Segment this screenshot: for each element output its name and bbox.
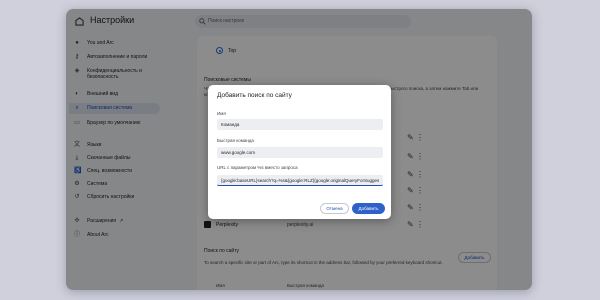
add-site-search-dialog: Добавить поиск по сайту Имя Быстрая кома…	[208, 85, 391, 219]
add-button[interactable]: Добавить	[352, 203, 385, 214]
url-field[interactable]	[217, 175, 383, 186]
shortcut-field[interactable]	[217, 147, 383, 158]
name-field[interactable]	[217, 119, 383, 130]
url-label: URL с параметром %s вместо запроса	[217, 165, 298, 170]
dialog-title: Добавить поиск по сайту	[217, 92, 292, 99]
cancel-button[interactable]: Отмена	[320, 203, 349, 214]
settings-window: Настройки Поиск настроек ● You and Arc ⚷…	[66, 9, 532, 290]
shortcut-label: Быстрая команда	[217, 138, 254, 143]
name-label: Имя	[217, 111, 226, 116]
